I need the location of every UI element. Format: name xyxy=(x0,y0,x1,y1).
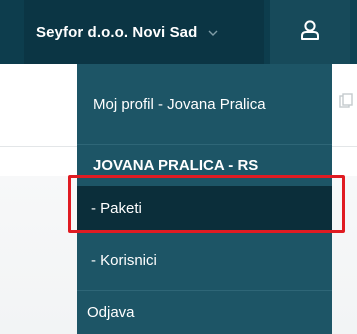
top-bar: Seyfor d.o.o. Novi Sad xyxy=(0,0,357,64)
company-label: Seyfor d.o.o. Novi Sad xyxy=(36,23,198,41)
menu-item-label: - Korisnici xyxy=(91,251,157,269)
user-icon xyxy=(299,19,321,46)
user-dropdown-menu: Moj profil - Jovana Pralica JOVANA PRALI… xyxy=(77,64,332,334)
menu-item-label: Odjava xyxy=(87,303,135,321)
user-menu-button[interactable] xyxy=(270,0,350,64)
menu-item-users[interactable]: - Korisnici xyxy=(77,230,332,290)
menu-item-packages[interactable]: - Paketi xyxy=(77,186,332,230)
menu-item-label: Moj profil - Jovana Pralica xyxy=(93,95,266,113)
menu-item-logout[interactable]: Odjava xyxy=(77,290,332,334)
menu-item-organization[interactable]: JOVANA PRALICA - RS xyxy=(77,144,332,186)
top-bar-edge xyxy=(350,0,357,64)
copy-icon[interactable] xyxy=(339,93,353,109)
menu-item-label: - Paketi xyxy=(91,199,142,217)
chevron-down-icon xyxy=(207,26,219,38)
company-selector[interactable]: Seyfor d.o.o. Novi Sad xyxy=(24,0,264,64)
menu-item-label: JOVANA PRALICA - RS xyxy=(93,156,259,174)
menu-item-my-profile[interactable]: Moj profil - Jovana Pralica xyxy=(77,64,332,144)
